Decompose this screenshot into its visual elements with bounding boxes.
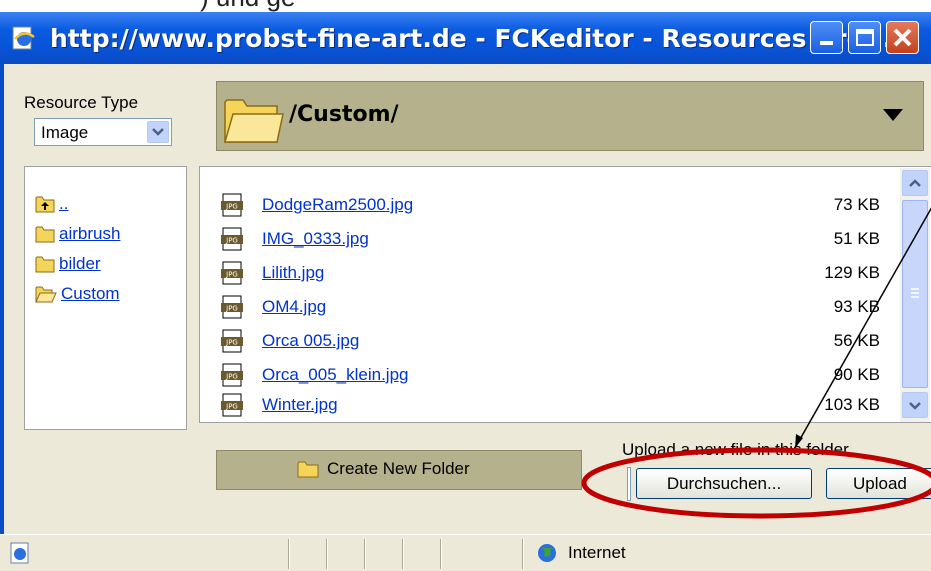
tree-item-custom[interactable]: Custom	[35, 283, 120, 305]
tree-item-parent[interactable]: ..	[35, 193, 68, 215]
tree-item-label[interactable]: bilder	[59, 254, 101, 274]
folder-open-icon	[35, 286, 57, 303]
jpg-file-icon: JPG	[221, 227, 243, 251]
status-divider	[288, 539, 290, 569]
jpg-file-icon: JPG	[221, 329, 243, 353]
tree-item-airbrush[interactable]: airbrush	[35, 223, 120, 245]
folder-icon	[297, 461, 319, 478]
create-folder-content: Create New Folder	[297, 459, 470, 479]
close-button[interactable]	[886, 21, 919, 54]
folder-tree: .. airbrush bilder Custom	[24, 166, 187, 430]
chevron-down-icon	[152, 128, 164, 136]
folder-icon	[35, 226, 55, 243]
file-row[interactable]: JPG Orca_005_klein.jpg 90 KB	[220, 363, 880, 387]
chevron-down-icon	[909, 402, 921, 410]
ie-page-icon	[12, 26, 35, 50]
jpg-file-icon: JPG	[221, 363, 243, 387]
ie-page-icon	[10, 542, 29, 564]
file-size: 93 KB	[833, 297, 880, 316]
create-folder-button[interactable]: Create New Folder	[216, 450, 582, 490]
svg-text:JPG: JPG	[225, 237, 238, 245]
file-size: 90 KB	[833, 365, 880, 384]
tree-item-bilder[interactable]: bilder	[35, 253, 101, 275]
file-name[interactable]: OM4.jpg	[262, 297, 326, 317]
status-divider	[326, 539, 328, 569]
status-bar: Internet	[0, 534, 931, 571]
tree-item-label[interactable]: ..	[59, 194, 68, 214]
file-row[interactable]: JPG Orca 005.jpg 56 KB	[220, 329, 880, 353]
file-row[interactable]: JPG Winter.jpg 103 KB	[220, 393, 880, 417]
status-divider	[402, 539, 404, 569]
jpg-file-icon: JPG	[221, 295, 243, 319]
scroll-thumb[interactable]	[902, 200, 928, 388]
file-size: 51 KB	[833, 229, 880, 248]
grip-icon	[911, 288, 919, 298]
svg-text:JPG: JPG	[225, 339, 238, 347]
jpg-file-icon: JPG	[221, 193, 243, 217]
status-divider	[364, 539, 366, 569]
folder-icon	[35, 256, 55, 273]
upload-button[interactable]: Upload	[826, 468, 931, 499]
current-folder-bar[interactable]: /Custom/	[216, 81, 924, 151]
resource-type-label: Resource Type	[24, 93, 139, 112]
resource-type-select[interactable]: Image	[34, 118, 172, 146]
security-zone: Internet	[568, 543, 626, 562]
folder-dropdown-icon[interactable]	[883, 109, 903, 121]
file-row[interactable]: JPG DodgeRam2500.jpg 73 KB	[220, 193, 880, 217]
file-name[interactable]: IMG_0333.jpg	[262, 229, 369, 249]
background-text-fragment: ) und ge	[0, 0, 931, 12]
jpg-file-icon: JPG	[221, 261, 243, 285]
status-divider	[522, 539, 524, 569]
file-name[interactable]: DodgeRam2500.jpg	[262, 195, 413, 215]
file-row[interactable]: JPG IMG_0333.jpg 51 KB	[220, 227, 880, 251]
scroll-up-button[interactable]	[902, 170, 928, 196]
file-name[interactable]: Orca_005_klein.jpg	[262, 365, 408, 385]
file-name[interactable]: Orca 005.jpg	[262, 331, 359, 351]
svg-text:JPG: JPG	[225, 373, 238, 381]
status-divider	[440, 539, 442, 569]
file-row[interactable]: JPG OM4.jpg 93 KB	[220, 295, 880, 319]
file-name[interactable]: Winter.jpg	[262, 395, 338, 415]
scroll-down-button[interactable]	[902, 392, 928, 418]
svg-text:JPG: JPG	[225, 203, 238, 211]
browse-button[interactable]: Durchsuchen...	[636, 468, 812, 499]
chevron-up-icon	[909, 179, 921, 187]
maximize-button[interactable]	[848, 21, 881, 54]
file-list: JPG DodgeRam2500.jpg 73 KB JPG IMG_0333.…	[199, 166, 931, 423]
current-folder-path: /Custom/	[289, 102, 399, 127]
file-size: 103 KB	[824, 395, 880, 414]
upload-file-input[interactable]	[627, 467, 631, 501]
minimize-button[interactable]	[810, 21, 843, 54]
file-row[interactable]: JPG Lilith.jpg 129 KB	[220, 261, 880, 285]
create-folder-label: Create New Folder	[327, 459, 470, 478]
globe-icon	[538, 544, 556, 562]
resource-type-value: Image	[41, 123, 89, 142]
window-titlebar[interactable]: http://www.probst-fine-art.de - FCKedito…	[0, 12, 931, 64]
window-title: http://www.probst-fine-art.de - FCKedito…	[50, 24, 893, 53]
folder-up-icon	[35, 196, 55, 213]
file-size: 73 KB	[833, 195, 880, 214]
minimize-icon	[820, 41, 833, 45]
svg-text:JPG: JPG	[225, 305, 238, 313]
svg-text:JPG: JPG	[225, 271, 238, 279]
jpg-file-icon: JPG	[221, 393, 243, 417]
close-icon	[893, 28, 912, 47]
svg-text:JPG: JPG	[225, 403, 238, 411]
maximize-icon	[856, 29, 874, 46]
file-list-scrollbar[interactable]	[900, 168, 930, 422]
file-size: 56 KB	[833, 331, 880, 350]
file-name[interactable]: Lilith.jpg	[262, 263, 324, 283]
tree-item-label[interactable]: airbrush	[59, 224, 120, 244]
tree-item-label[interactable]: Custom	[61, 284, 120, 304]
resource-type-dropdown-button[interactable]	[147, 121, 169, 143]
folder-open-icon	[224, 99, 284, 143]
upload-label: Upload a new file in this folder	[622, 440, 849, 459]
file-size: 129 KB	[824, 263, 880, 282]
